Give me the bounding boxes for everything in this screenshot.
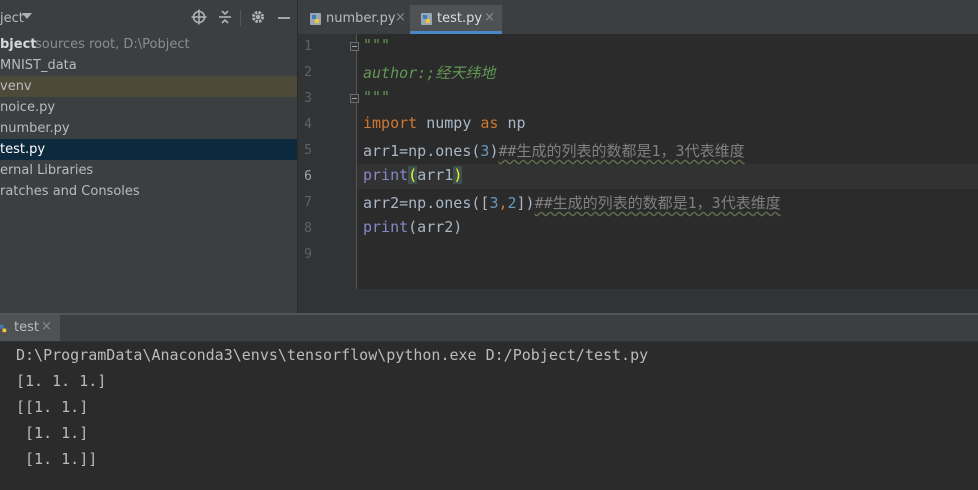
tab-close-icon[interactable]: × xyxy=(395,10,406,25)
tree-item-label: bject xyxy=(0,37,37,52)
tree-item-mnist-data[interactable]: MNIST_data xyxy=(0,55,297,76)
run-console[interactable]: D:\ProgramData\Anaconda3\envs\tensorflow… xyxy=(0,342,978,490)
tree-item-noice-py[interactable]: noice.py xyxy=(0,97,297,118)
editor-footer xyxy=(298,289,978,313)
tree-item-external-libraries[interactable]: ernal Libraries xyxy=(0,160,297,181)
python-file-icon xyxy=(421,13,432,25)
line-number: 4 xyxy=(304,117,312,132)
fold-marker-icon[interactable] xyxy=(350,94,359,103)
tree-item-label: number.py xyxy=(0,121,70,136)
project-view-selector[interactable]: ject xyxy=(0,11,24,26)
triangle-down-icon[interactable] xyxy=(22,13,32,19)
tree-item-label: noice.py xyxy=(0,100,56,115)
code-line: import numpy as np xyxy=(363,114,526,132)
code-line: print(arr1) xyxy=(363,166,463,184)
console-line: [1. 1.] xyxy=(16,424,89,442)
tab-close-icon[interactable]: × xyxy=(484,10,495,25)
tree-item-label: test.py xyxy=(0,142,46,157)
code-line: print(arr2) xyxy=(363,218,463,236)
tree-item-venv[interactable]: venv xyxy=(0,76,297,97)
collapse-icon[interactable] xyxy=(216,9,234,27)
console-line: [1. 1.]] xyxy=(16,450,98,468)
run-tab-test[interactable]: test × xyxy=(0,315,60,341)
line-number: 9 xyxy=(304,247,312,262)
tab-label: test.py xyxy=(437,11,483,26)
tab-label: number.py xyxy=(326,11,396,26)
code-line: arr1=np.ones(3)##生成的列表的数都是1，3代表维度 xyxy=(363,142,745,160)
run-tab-close-icon[interactable]: × xyxy=(41,319,52,334)
line-number: 6 xyxy=(304,169,312,184)
tree-item-label: MNIST_data xyxy=(0,58,77,73)
code-line: """ xyxy=(363,36,391,54)
tree-item-label: ernal Libraries xyxy=(0,163,94,178)
tree-item-label: venv xyxy=(0,79,32,94)
project-panel-header: ject xyxy=(0,0,297,36)
tree-item-project-root[interactable]: bject sources root, D:\Pobject xyxy=(0,34,297,55)
tree-item-label: ratches and Consoles xyxy=(0,184,140,199)
tree-item-scratches-consoles[interactable]: ratches and Consoles xyxy=(0,181,297,202)
toolbar-separator xyxy=(240,10,241,26)
project-panel: ject bject sources root, D:\Pobject MNIS… xyxy=(0,0,297,313)
python-file-icon xyxy=(0,324,7,333)
console-line: [[1. 1.] xyxy=(16,398,89,416)
run-tab-label: test xyxy=(14,320,39,335)
minimize-icon[interactable] xyxy=(275,9,293,27)
line-number: 7 xyxy=(304,195,312,210)
tree-item-test-py[interactable]: test.py xyxy=(0,139,297,160)
code-line: arr2=np.ones([3,2])##生成的列表的数都是1，3代表维度 xyxy=(363,194,781,212)
tab-number-py[interactable]: number.py × xyxy=(304,5,408,33)
gutter-separator xyxy=(356,34,357,289)
gear-icon[interactable] xyxy=(249,9,267,27)
line-number: 5 xyxy=(304,143,312,158)
line-number: 2 xyxy=(304,65,312,80)
code-line: author:;经天纬地 xyxy=(363,64,496,82)
line-number: 8 xyxy=(304,221,312,236)
tab-test-py[interactable]: test.py × xyxy=(410,5,502,34)
code-line: """ xyxy=(363,88,391,106)
console-line: D:\ProgramData\Anaconda3\envs\tensorflow… xyxy=(16,346,649,364)
crosshair-icon[interactable] xyxy=(190,9,208,27)
line-number: 3 xyxy=(304,91,312,106)
fold-marker-icon[interactable] xyxy=(350,42,359,51)
tree-item-number-py[interactable]: number.py xyxy=(0,118,297,139)
run-tool-window-header: test × xyxy=(0,315,978,342)
editor-tab-bar: number.py × test.py × xyxy=(298,0,978,37)
python-file-icon xyxy=(310,13,321,25)
tree-item-secondary: sources root, D:\Pobject xyxy=(35,37,190,52)
console-line: [1. 1. 1.] xyxy=(16,372,107,390)
line-number: 1 xyxy=(304,39,312,54)
